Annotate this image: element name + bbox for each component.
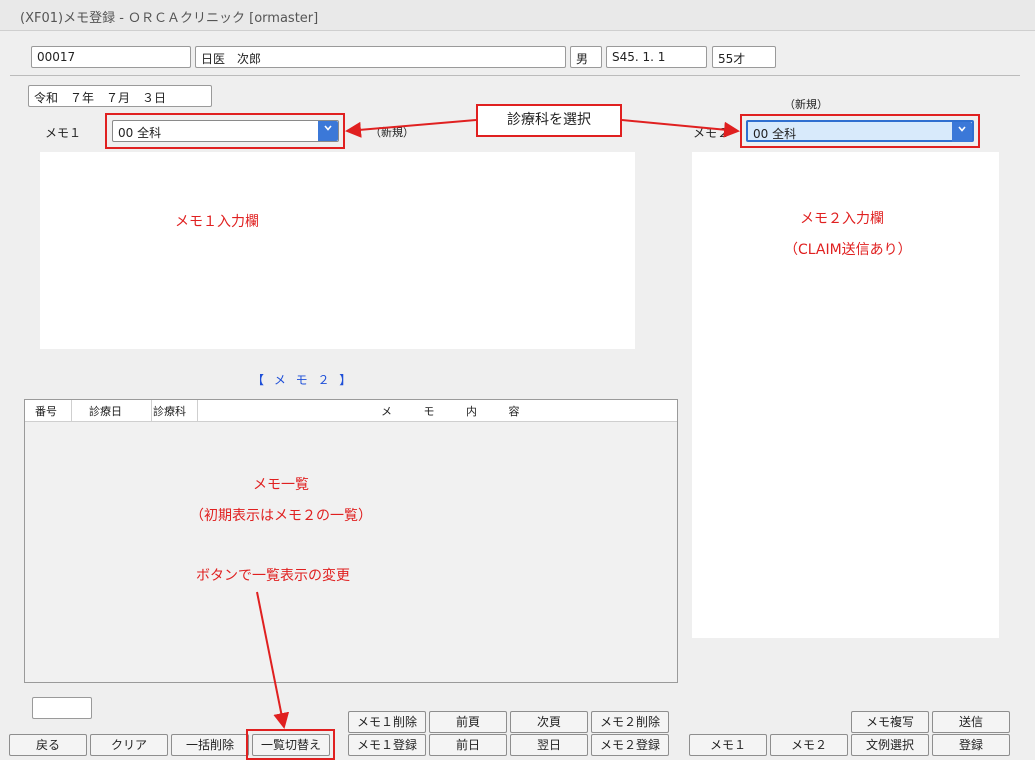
memo-list[interactable]: 番号 診療日 診療科 メ モ 内 容 bbox=[24, 399, 678, 683]
send-button[interactable]: 送信 bbox=[932, 711, 1010, 733]
memo1-register-button[interactable]: メモ１登録 bbox=[348, 734, 426, 756]
memo-date-field[interactable]: 令和 ７年 ７月 ３日 bbox=[28, 85, 212, 107]
memo1-status: （新規） bbox=[370, 126, 414, 139]
chevron-down-icon[interactable] bbox=[318, 121, 338, 141]
memo1-textarea[interactable] bbox=[40, 152, 635, 349]
memo2-status: （新規） bbox=[784, 98, 828, 111]
toggle-list-button[interactable]: 一覧切替え bbox=[252, 734, 330, 756]
column-header-number: 番号 bbox=[35, 405, 57, 418]
toggle-button-annotation: ボタンで一覧表示の変更 bbox=[196, 568, 350, 584]
memo-list-heading: 【 メ モ ２ 】 bbox=[252, 373, 355, 387]
template-select-button[interactable]: 文例選択 bbox=[851, 734, 929, 756]
memo2-button[interactable]: メモ２ bbox=[770, 734, 848, 756]
page-number-input[interactable] bbox=[32, 697, 92, 719]
patient-sex-field: 男 bbox=[570, 46, 602, 68]
prev-page-button[interactable]: 前頁 bbox=[429, 711, 507, 733]
memo-list-header: 番号 診療日 診療科 メ モ 内 容 bbox=[25, 400, 677, 422]
dept-select-callout: 診療科を選択 bbox=[476, 104, 622, 137]
window-title: (XF01)メモ登録 - ＯＲＣＡクリニック [ormaster] bbox=[20, 11, 319, 26]
memo1-dept-value: 00 全科 bbox=[118, 126, 162, 140]
prev-day-button[interactable]: 前日 bbox=[429, 734, 507, 756]
memo2-register-button[interactable]: メモ２登録 bbox=[591, 734, 669, 756]
back-button[interactable]: 戻る bbox=[9, 734, 87, 756]
clear-button[interactable]: クリア bbox=[90, 734, 168, 756]
patient-birthdate-field: S45. 1. 1 bbox=[606, 46, 707, 68]
memo2-dept-value: 00 全科 bbox=[753, 127, 797, 141]
column-header-date: 診療日 bbox=[89, 405, 122, 418]
chevron-down-icon[interactable] bbox=[952, 122, 972, 142]
memo-list-annotation-note: （初期表示はメモ２の一覧） bbox=[190, 508, 372, 524]
column-header-dept: 診療科 bbox=[153, 405, 186, 418]
register-button[interactable]: 登録 bbox=[932, 734, 1010, 756]
bulk-delete-button[interactable]: 一括削除 bbox=[171, 734, 249, 756]
memo1-annotation: メモ１入力欄 bbox=[175, 214, 259, 230]
memo1-dept-select[interactable]: 00 全科 bbox=[112, 120, 339, 142]
memo2-annotation-note: （CLAIM送信あり） bbox=[784, 242, 912, 258]
column-header-content: メ モ 内 容 bbox=[381, 405, 534, 418]
memo-copy-button[interactable]: メモ複写 bbox=[851, 711, 929, 733]
memo1-button[interactable]: メモ１ bbox=[689, 734, 767, 756]
next-day-button[interactable]: 翌日 bbox=[510, 734, 588, 756]
memo1-delete-button[interactable]: メモ１削除 bbox=[348, 711, 426, 733]
window-titlebar: (XF01)メモ登録 - ＯＲＣＡクリニック [ormaster] bbox=[0, 0, 1035, 31]
memo2-dept-select[interactable]: 00 全科 bbox=[746, 120, 974, 142]
next-page-button[interactable]: 次頁 bbox=[510, 711, 588, 733]
memo2-annotation: メモ２入力欄 bbox=[800, 211, 884, 227]
memo-list-annotation: メモ一覧 bbox=[253, 477, 309, 493]
patient-id-field: 00017 bbox=[31, 46, 191, 68]
divider bbox=[10, 75, 1020, 76]
memo1-label: メモ１ bbox=[45, 126, 82, 140]
memo2-delete-button[interactable]: メモ２削除 bbox=[591, 711, 669, 733]
patient-name-field: 日医 次郎 bbox=[195, 46, 566, 68]
patient-age-field: 55才 bbox=[712, 46, 776, 68]
memo2-label: メモ２ bbox=[693, 126, 730, 140]
